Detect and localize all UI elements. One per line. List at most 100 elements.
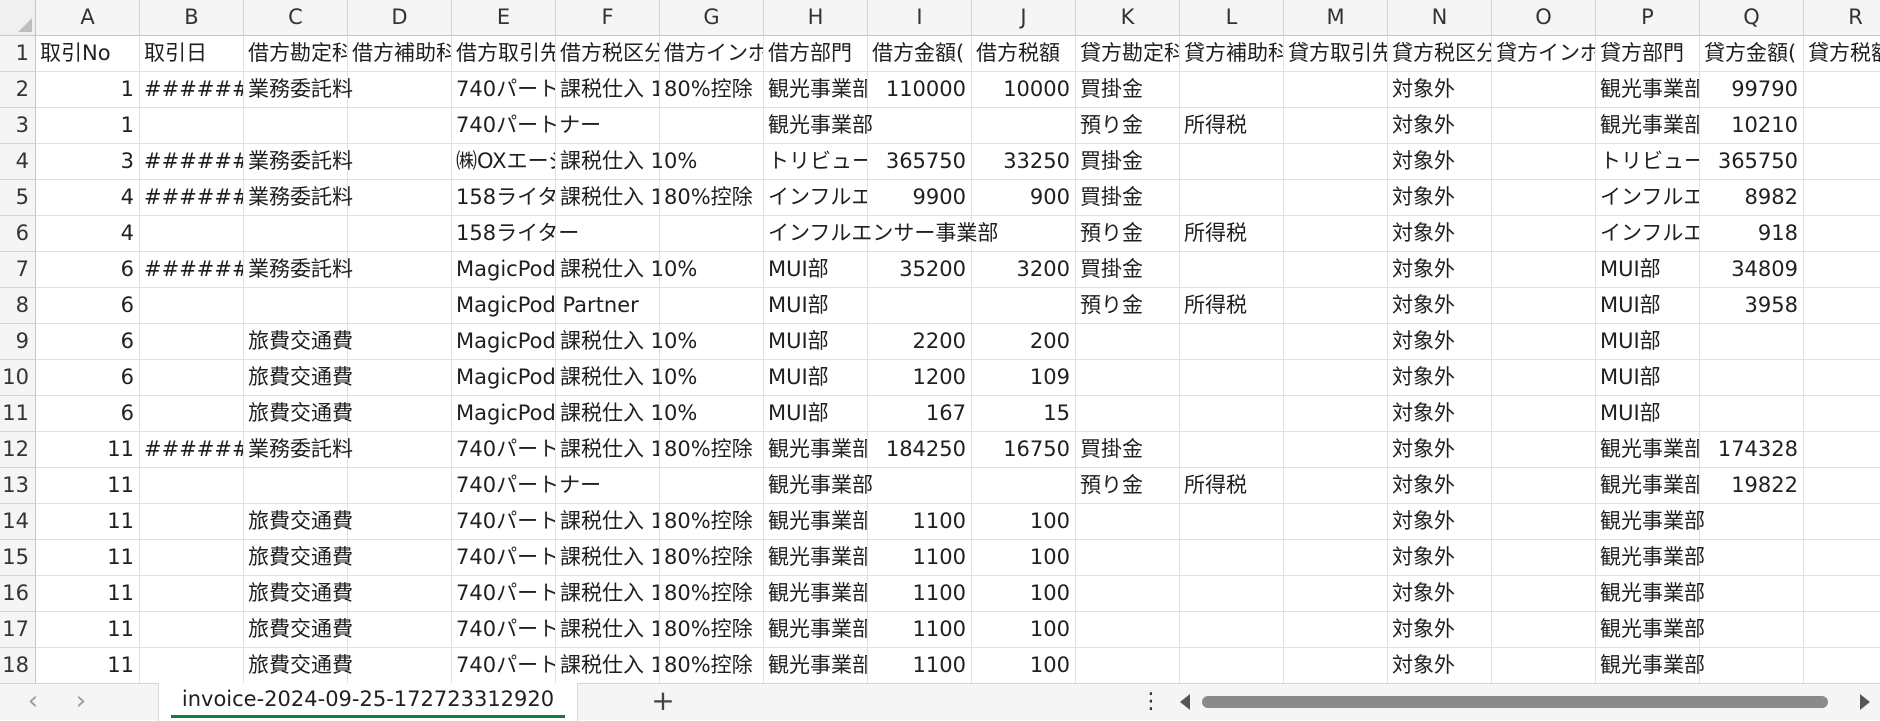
cell-I2[interactable]: 110000 [868, 72, 972, 108]
cell-I7[interactable]: 35200 [868, 252, 972, 288]
cell-K6[interactable]: 預り金 [1076, 216, 1180, 252]
cell-I18[interactable]: 1100 [868, 648, 972, 683]
cell-A14[interactable]: 11 [36, 504, 140, 540]
cell-B16[interactable] [140, 576, 244, 612]
cell-D2[interactable] [348, 72, 452, 108]
cell-N14[interactable]: 対象外 [1388, 504, 1492, 540]
row-header[interactable]: 5 [0, 180, 36, 216]
cell-C8[interactable] [244, 288, 348, 324]
cell-R3[interactable] [1804, 108, 1880, 144]
cell-D13[interactable] [348, 468, 452, 504]
cell-G17[interactable]: 80%控除 [660, 612, 764, 648]
column-header-G[interactable]: G [660, 0, 764, 36]
cell-D4[interactable] [348, 144, 452, 180]
cell-R11[interactable] [1804, 396, 1880, 432]
column-header-H[interactable]: H [764, 0, 868, 36]
cell-D5[interactable] [348, 180, 452, 216]
cell-P14[interactable]: 観光事業部 [1596, 504, 1705, 540]
cell-G14[interactable]: 80%控除 [660, 504, 764, 540]
column-header-I[interactable]: I [868, 0, 972, 36]
cell-N11[interactable]: 対象外 [1388, 396, 1492, 432]
cell-A10[interactable]: 6 [36, 360, 140, 396]
cell-D18[interactable] [348, 648, 452, 683]
cell-I14[interactable]: 1100 [868, 504, 972, 540]
cell-L7[interactable] [1180, 252, 1284, 288]
cell-O10[interactable] [1492, 360, 1596, 396]
cell-D8[interactable] [348, 288, 452, 324]
column-header-R[interactable]: R [1804, 0, 1880, 36]
cell-R12[interactable] [1804, 432, 1880, 468]
cell-I12[interactable]: 184250 [868, 432, 972, 468]
row-header[interactable]: 18 [0, 648, 36, 683]
cell-B18[interactable] [140, 648, 244, 683]
cell-D14[interactable] [348, 504, 452, 540]
cell-Q18[interactable] [1700, 648, 1804, 683]
cell-B6[interactable] [140, 216, 244, 252]
cell-O5[interactable] [1492, 180, 1596, 216]
cell-I17[interactable]: 1100 [868, 612, 972, 648]
cell-F17[interactable]: 課税仕入 10% [556, 612, 660, 648]
cell-F2[interactable]: 課税仕入 10% [556, 72, 660, 108]
cell-Q17[interactable] [1700, 612, 1804, 648]
cell-H13[interactable]: 観光事業部 [764, 468, 873, 504]
cell-L12[interactable] [1180, 432, 1284, 468]
cell-R13[interactable] [1804, 468, 1880, 504]
cell-B17[interactable] [140, 612, 244, 648]
cell-R7[interactable] [1804, 252, 1880, 288]
cell-P1[interactable]: 貸方部門 [1596, 36, 1700, 72]
cell-F14[interactable]: 課税仕入 10% [556, 504, 660, 540]
cell-K3[interactable]: 預り金 [1076, 108, 1180, 144]
cell-B7[interactable]: ####### [140, 252, 244, 288]
cell-L16[interactable] [1180, 576, 1284, 612]
cell-A3[interactable]: 1 [36, 108, 140, 144]
cell-N8[interactable]: 対象外 [1388, 288, 1492, 324]
cell-K16[interactable] [1076, 576, 1180, 612]
cell-P15[interactable]: 観光事業部 [1596, 540, 1705, 576]
cell-E10[interactable]: MagicPod Partner [452, 360, 556, 396]
column-header-Q[interactable]: Q [1700, 0, 1804, 36]
cell-J18[interactable]: 100 [972, 648, 1076, 683]
cell-K18[interactable] [1076, 648, 1180, 683]
cell-D6[interactable] [348, 216, 452, 252]
cell-B11[interactable] [140, 396, 244, 432]
row-header[interactable]: 10 [0, 360, 36, 396]
cell-F16[interactable]: 課税仕入 10% [556, 576, 660, 612]
cell-O9[interactable] [1492, 324, 1596, 360]
cell-K14[interactable] [1076, 504, 1180, 540]
cell-F9[interactable]: 課税仕入 10% [556, 324, 697, 360]
cell-L18[interactable] [1180, 648, 1284, 683]
cell-G6[interactable] [660, 216, 764, 252]
cell-E6[interactable]: 158ライター [452, 216, 579, 252]
cell-A7[interactable]: 6 [36, 252, 140, 288]
column-header-P[interactable]: P [1596, 0, 1700, 36]
row-header[interactable]: 4 [0, 144, 36, 180]
cell-M1[interactable]: 貸方取引先 [1284, 36, 1388, 72]
row-header[interactable]: 17 [0, 612, 36, 648]
cell-C5[interactable]: 業務委託料 [244, 180, 353, 216]
cell-D17[interactable] [348, 612, 452, 648]
cell-A18[interactable]: 11 [36, 648, 140, 683]
cell-E1[interactable]: 借方取引先 [452, 36, 556, 72]
cell-J5[interactable]: 900 [972, 180, 1076, 216]
cell-L8[interactable]: 所得税 [1180, 288, 1284, 324]
cell-D7[interactable] [348, 252, 452, 288]
column-header-D[interactable]: D [348, 0, 452, 36]
cell-M15[interactable] [1284, 540, 1388, 576]
cell-J3[interactable] [972, 108, 1076, 144]
cell-J16[interactable]: 100 [972, 576, 1076, 612]
cell-R17[interactable] [1804, 612, 1880, 648]
row-header[interactable]: 8 [0, 288, 36, 324]
cell-P5[interactable]: インフルエンサー事業部 [1596, 180, 1700, 216]
cell-G13[interactable] [660, 468, 764, 504]
cell-G12[interactable]: 80%控除 [660, 432, 764, 468]
cell-Q4[interactable]: 365750 [1700, 144, 1804, 180]
cell-K4[interactable]: 買掛金 [1076, 144, 1180, 180]
cell-N7[interactable]: 対象外 [1388, 252, 1492, 288]
cell-K9[interactable] [1076, 324, 1180, 360]
cell-M18[interactable] [1284, 648, 1388, 683]
cell-E3[interactable]: 740パートナー [452, 108, 601, 144]
cell-H12[interactable]: 観光事業部 [764, 432, 868, 468]
cell-O7[interactable] [1492, 252, 1596, 288]
cell-L3[interactable]: 所得税 [1180, 108, 1284, 144]
cell-G15[interactable]: 80%控除 [660, 540, 764, 576]
